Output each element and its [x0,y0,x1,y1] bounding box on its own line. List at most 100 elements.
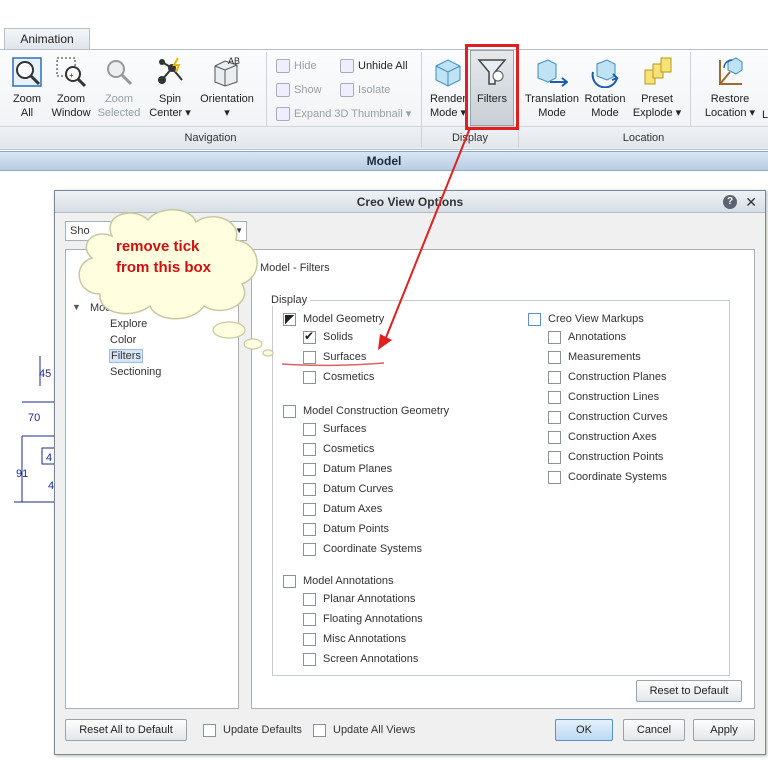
markup-checkbox[interactable]: Construction Lines [548,390,659,406]
filter-checkbox[interactable]: Screen Annotations [303,652,418,668]
ok-button[interactable]: OK [555,719,613,741]
markup-checkbox[interactable]: Annotations [548,330,626,346]
checkbox-box [313,723,326,737]
filter-checkbox[interactable]: Datum Axes [303,502,382,518]
render-mode-icon [435,59,461,87]
checkbox-box [303,329,316,344]
rotation-mode-button[interactable]: Rotation Mode [582,56,628,120]
svg-text:AB: AB [228,56,240,66]
filter-checkbox[interactable]: Solids [303,329,353,346]
show-label: Show [294,84,322,96]
preset-explode-label: Preset Explode ▾ [632,93,682,119]
filter-checkbox[interactable]: Cosmetics [303,442,374,458]
dimension-label: 4 [46,452,53,464]
unhide-all-label: Unhide All [358,60,408,72]
checkbox-box [548,370,561,384]
svg-text:+: + [69,71,74,80]
filter-checkbox[interactable]: Surfaces [303,422,366,438]
preset-explode-icon [644,57,672,85]
tab-animation[interactable]: Animation [4,28,90,50]
expand-3d-thumbnail-button[interactable]: Expand 3D Thumbnail ▾ [276,105,411,123]
zoom-window-icon: + [56,57,87,88]
reset-to-default-button[interactable]: Reset to Default [636,680,742,702]
filter-checkbox[interactable]: Planar Annotations [303,592,415,608]
markup-checkbox[interactable]: Construction Planes [548,370,666,386]
render-mode-button[interactable]: Render Mode ▾ [426,56,470,120]
checkbox-label: Construction Curves [568,411,668,423]
tree-item-sectioning[interactable]: Sectioning [110,366,161,378]
checkbox-label: Measurements [568,351,641,363]
checkbox-box [283,404,296,418]
apply-button[interactable]: Apply [693,719,755,741]
markup-checkbox[interactable]: Construction Points [548,450,663,466]
filter-checkbox[interactable]: Coordinate Systems [303,542,422,558]
rotation-mode-label: Rotation Mode [584,93,626,119]
help-icon[interactable]: ? [723,195,737,209]
orientation-button[interactable]: AB Orientation ▾ [198,56,256,120]
zoom-all-button[interactable]: Zoom All [6,56,48,120]
filter-checkbox[interactable]: Datum Planes [303,462,392,478]
creo-view-markups-checkbox[interactable]: Creo View Markups [528,312,644,328]
isolate-button[interactable]: Isolate [340,81,390,99]
markup-checkbox[interactable]: Construction Axes [548,430,657,446]
checkbox-box [303,462,316,476]
screen: Animation Zoom All + Zoom Window Zoom Se… [0,0,768,773]
update-defaults-checkbox[interactable]: Update Defaults [203,723,302,739]
checkbox-label: Coordinate Systems [323,543,423,555]
tree-item-filters[interactable]: Filters [109,349,143,363]
checkbox-label: Model Annotations [303,575,394,587]
checkbox-label: Annotations [568,331,627,343]
zoom-selected-button[interactable]: Zoom Selected [96,56,142,120]
tree-item-color[interactable]: Color [110,334,136,346]
checkbox-label: Datum Curves [323,483,394,495]
callout-line-2: from this box [116,259,212,276]
group-checkbox[interactable]: Model Construction Geometry [283,404,449,420]
markup-checkbox[interactable]: Measurements [548,350,641,366]
group-checkbox[interactable]: Model Geometry [283,312,384,328]
checkbox-label: Planar Annotations [323,593,416,605]
group-navigation-label: Navigation [0,126,421,148]
hide-button[interactable]: Hide [276,57,317,75]
background-drawing [14,356,60,503]
markup-checkbox[interactable]: Construction Curves [548,410,668,426]
cancel-button[interactable]: Cancel [623,719,685,741]
dimension-label: 45 [39,368,52,380]
restore-location-label: Restore Location ▾ [704,93,756,119]
filter-checkbox[interactable]: Floating Annotations [303,612,423,628]
zoom-all-label: Zoom All [12,93,42,119]
update-all-views-checkbox[interactable]: Update All Views [313,723,415,739]
checkbox-box [303,612,316,626]
filter-checkbox[interactable]: Cosmetics [303,370,374,386]
hide-icon [276,59,290,74]
translation-mode-button[interactable]: Translation Mode [522,56,582,120]
markup-checkbox[interactable]: Coordinate Systems [548,470,667,486]
checkbox-box [303,350,316,364]
checkbox-box [303,632,316,646]
unhide-all-button[interactable]: Unhide All [340,57,408,75]
show-button[interactable]: Show [276,81,322,99]
preset-explode-button[interactable]: Preset Explode ▾ [630,56,684,120]
checkbox-label: Solids [323,331,353,343]
filter-checkbox[interactable]: Surfaces [303,350,366,366]
checkbox-label: Surfaces [323,423,367,435]
thumbnail-icon [276,107,290,122]
checkbox-label: Datum Axes [323,503,383,515]
checkbox-label: Floating Annotations [323,613,423,625]
zoom-window-label: Zoom Window [51,93,91,119]
close-icon[interactable]: ✕ [745,193,757,211]
zoom-selected-icon [107,60,133,86]
checkbox-box [303,482,316,496]
checkbox-label: Misc Annotations [323,633,407,645]
filter-checkbox[interactable]: Misc Annotations [303,632,406,648]
reset-all-to-default-button[interactable]: Reset All to Default [65,719,187,741]
filter-checkbox[interactable]: Datum Points [303,522,389,538]
restore-location-button[interactable]: Restore Location ▾ [702,56,758,120]
checkbox-label: Datum Points [323,523,390,535]
restore-location-icon [719,57,743,85]
filter-checkbox[interactable]: Datum Curves [303,482,393,498]
rotation-mode-icon [591,59,619,88]
spin-center-button[interactable]: Spin Center ▾ [146,56,194,120]
hide-label: Hide [294,60,317,72]
zoom-window-button[interactable]: + Zoom Window [50,56,92,120]
group-checkbox[interactable]: Model Annotations [283,574,394,590]
